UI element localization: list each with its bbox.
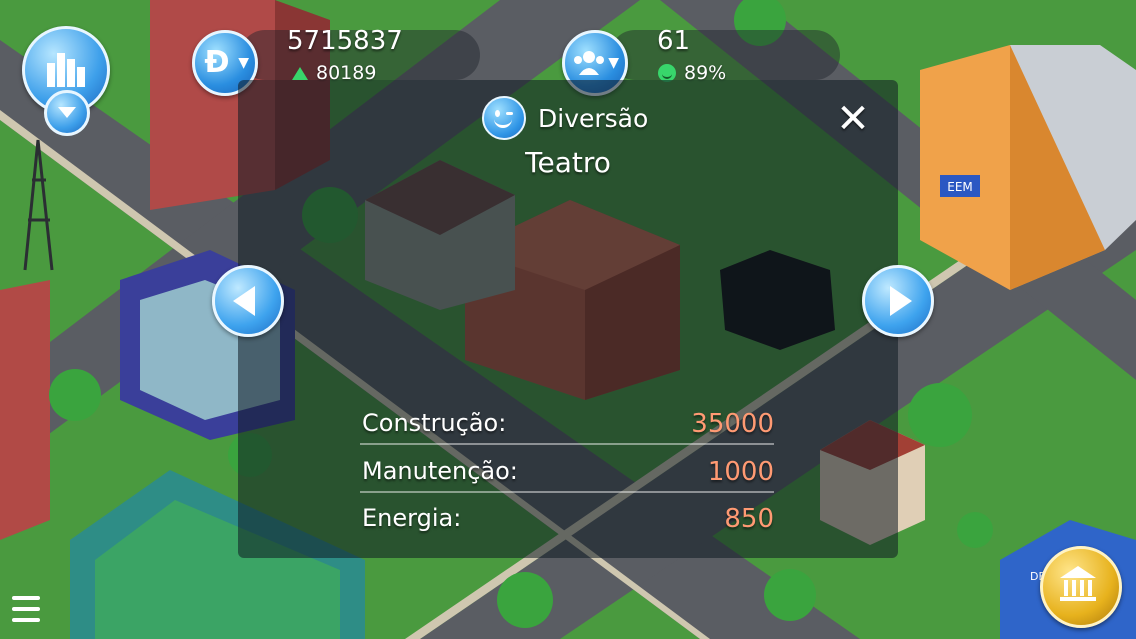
- stat-row-energy: Energia: 850: [360, 500, 774, 540]
- arrow-left-icon: [233, 286, 255, 316]
- category-header: Diversão: [482, 96, 648, 140]
- stat-row-maintenance: Manutenção: 1000: [360, 453, 774, 493]
- stat-row-construction: Construção: 35000: [360, 405, 774, 445]
- close-icon[interactable]: ✕: [834, 99, 872, 139]
- city-hall-button[interactable]: [1040, 546, 1122, 628]
- next-building-button[interactable]: [862, 265, 934, 337]
- money-value: 5715837: [287, 26, 403, 56]
- building-title: Teatro: [525, 146, 611, 179]
- previous-building-button[interactable]: [212, 265, 284, 337]
- stat-value: 1000: [707, 457, 774, 487]
- divider: [360, 491, 774, 493]
- stat-value: 850: [724, 504, 774, 534]
- divider: [360, 443, 774, 445]
- coin-icon: Đ: [204, 45, 230, 80]
- building-left-red: [0, 280, 50, 540]
- list-menu-icon[interactable]: [6, 590, 46, 630]
- stat-label: Energia:: [362, 504, 462, 532]
- city-hall-icon: [1060, 566, 1096, 601]
- chevron-down-icon: ▼: [608, 55, 619, 71]
- category-label: Diversão: [538, 103, 649, 133]
- arrow-up-icon: [292, 66, 308, 80]
- school-sign: EEM: [947, 180, 973, 194]
- stat-value: 35000: [691, 409, 774, 439]
- stat-label: Construção:: [362, 409, 507, 437]
- smiley-icon: [482, 96, 526, 140]
- city-expand-button[interactable]: [44, 90, 90, 136]
- population-value: 61: [657, 26, 691, 56]
- arrow-right-icon: [890, 286, 912, 316]
- chevron-down-icon: ▼: [238, 55, 249, 71]
- stat-label: Manutenção:: [362, 457, 518, 485]
